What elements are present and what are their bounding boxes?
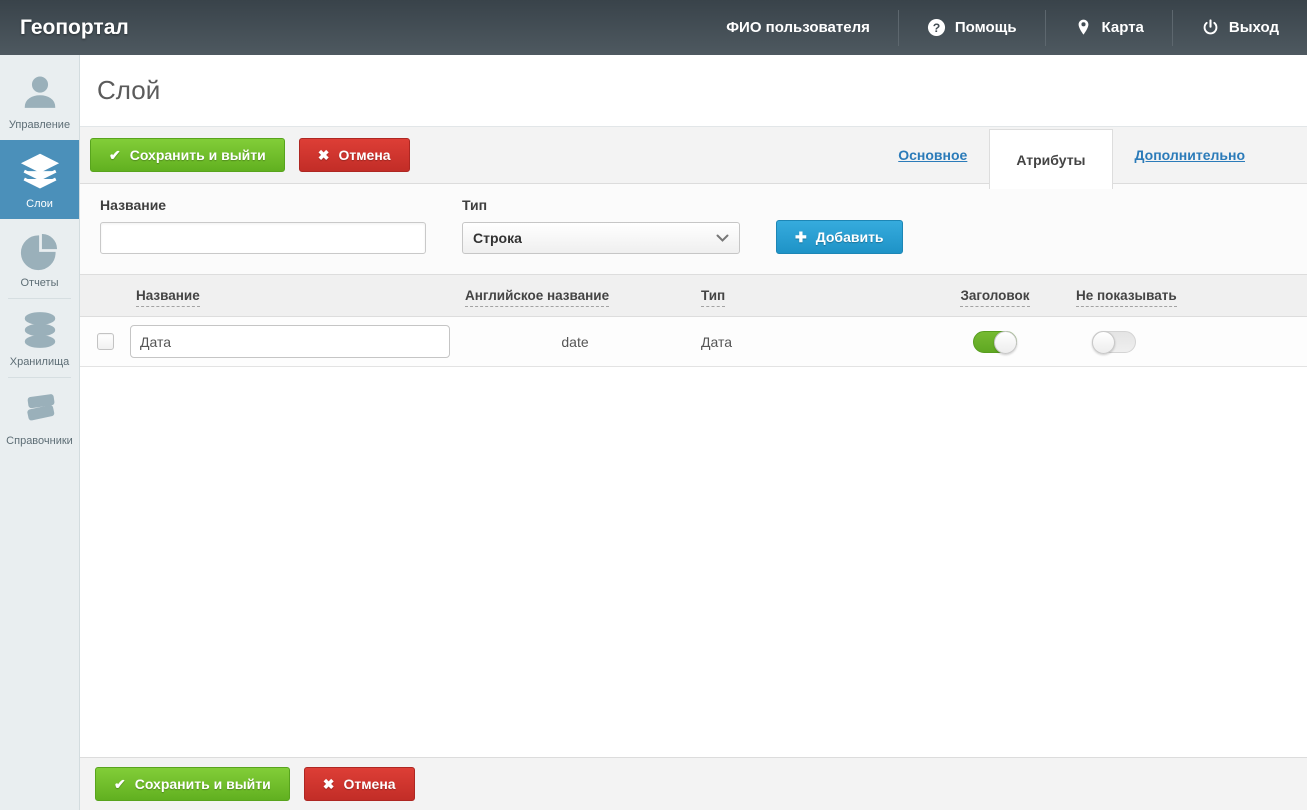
cancel-button[interactable]: ✖ Отмена [298, 138, 410, 172]
user-name-label: ФИО пользователя [726, 19, 870, 36]
empty-area [80, 367, 1307, 757]
sidebar-item-label: Управление [8, 119, 71, 131]
svg-text:?: ? [933, 21, 941, 35]
table-row: date Дата [80, 317, 1307, 367]
bottom-toolbar: ✔ Сохранить и выйти ✖ Отмена [80, 757, 1307, 810]
sidebar-item-label: Хранилища [9, 356, 70, 368]
sidebar-item-dictionaries[interactable]: Справочники [0, 377, 79, 456]
row-english-name: date [561, 333, 589, 350]
tab-attributes[interactable]: Атрибуты [989, 129, 1113, 189]
top-toolbar: ✔ Сохранить и выйти ✖ Отмена Основное Ат… [80, 127, 1307, 189]
chevron-down-icon [716, 234, 729, 242]
toggle-knob [994, 330, 1017, 354]
add-button[interactable]: ✚ Добавить [776, 220, 903, 254]
save-exit-label: Сохранить и выйти [129, 147, 266, 163]
cancel-label: Отмена [338, 147, 391, 163]
pie-chart-icon [20, 233, 57, 271]
check-icon: ✔ [114, 776, 126, 792]
column-header-name[interactable]: Название [130, 288, 200, 307]
sidebar-item-management[interactable]: Управление [0, 61, 79, 140]
tab-additional[interactable]: Дополнительно [1113, 147, 1267, 163]
page-title: Слой [97, 75, 161, 105]
row-checkbox[interactable] [96, 333, 114, 350]
name-field-label: Название [100, 197, 167, 213]
toggle-knob [1092, 330, 1115, 354]
sidebar: Управление Слои Отчеты Хранилища Справоч… [0, 55, 80, 810]
save-exit-label-bottom: Сохранить и выйти [134, 776, 271, 792]
column-header-header[interactable]: Заголовок [960, 288, 1030, 307]
help-button[interactable]: ? Помощь [899, 0, 1045, 55]
power-icon [1203, 19, 1218, 35]
map-label: Карта [1101, 19, 1144, 36]
sidebar-item-label: Отчеты [20, 277, 59, 289]
cancel-label-bottom: Отмена [343, 776, 396, 792]
logout-button[interactable]: Выход [1173, 0, 1307, 55]
page-title-bar: Слой [80, 55, 1307, 127]
logout-label: Выход [1228, 19, 1279, 36]
column-header-hide[interactable]: Не показывать [1070, 288, 1177, 307]
map-pin-icon [1078, 19, 1088, 35]
row-name-input[interactable] [130, 325, 450, 358]
tab-bar: Основное Атрибуты Дополнительно [876, 127, 1267, 189]
column-header-type[interactable]: Тип [695, 288, 726, 307]
app-title: Геопортал [20, 15, 129, 39]
layers-icon [20, 153, 59, 189]
user-name[interactable]: ФИО пользователя [698, 0, 898, 55]
help-label: Помощь [954, 19, 1017, 36]
save-exit-button-bottom[interactable]: ✔ Сохранить и выйти [95, 767, 290, 801]
sidebar-item-reports[interactable]: Отчеты [0, 219, 79, 298]
add-label: Добавить [815, 229, 884, 245]
map-button[interactable]: Карта [1046, 0, 1172, 55]
cancel-button-bottom[interactable]: ✖ Отмена [303, 767, 415, 801]
column-header-english-name[interactable]: Английское название [455, 288, 610, 307]
database-icon [24, 312, 55, 348]
user-icon [24, 76, 55, 108]
cross-icon: ✖ [322, 776, 335, 792]
type-select[interactable]: Строка [462, 222, 740, 254]
row-header-toggle[interactable] [973, 330, 1017, 354]
row-type: Дата [701, 333, 733, 350]
help-icon: ? [927, 18, 945, 37]
header-menu: ФИО пользователя ? Помощь Карта Выход [698, 0, 1307, 55]
app-header: Геопортал ФИО пользователя ? Помощь Карт… [0, 0, 1307, 55]
sidebar-item-layers[interactable]: Слои [0, 140, 79, 219]
row-hide-toggle[interactable] [1092, 330, 1136, 354]
name-input[interactable] [100, 222, 426, 254]
tab-main[interactable]: Основное [876, 147, 989, 163]
type-field-label: Тип [462, 197, 488, 213]
save-exit-button[interactable]: ✔ Сохранить и выйти [90, 138, 285, 172]
check-icon: ✔ [109, 147, 121, 163]
sidebar-item-storages[interactable]: Хранилища [0, 298, 79, 377]
attribute-form: Название Тип Строка ✚ Добавить [80, 184, 1307, 274]
attributes-table-header: Название Английское название Тип Заголов… [80, 274, 1307, 317]
plus-icon: ✚ [795, 229, 807, 245]
cross-icon: ✖ [317, 147, 330, 163]
sidebar-item-label: Слои [26, 198, 53, 210]
type-select-value: Строка [473, 230, 522, 246]
sidebar-item-label: Справочники [6, 435, 73, 447]
books-icon [26, 394, 54, 421]
